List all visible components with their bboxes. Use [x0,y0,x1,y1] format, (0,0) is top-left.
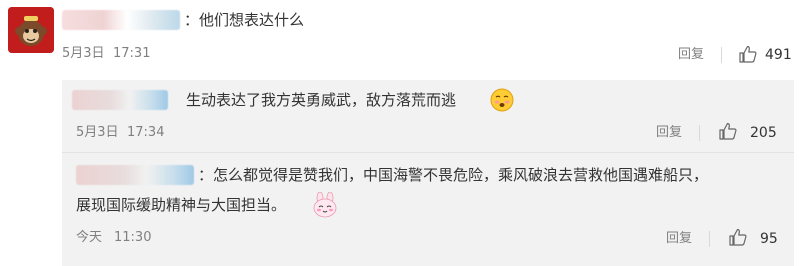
avatar[interactable] [8,7,54,53]
flushed-face-emoji [490,88,514,112]
reply-time: 11:30 [114,230,152,245]
like-count: 95 [760,231,778,247]
like-icon[interactable] [738,44,758,64]
reply-button[interactable]: 回复 [656,124,682,142]
comment-date: 5月3日 [62,46,105,61]
reply-date: 5月3日 [76,125,119,140]
reply-divider [62,152,794,153]
username-blurred[interactable] [62,10,180,30]
like-icon[interactable] [718,121,738,141]
like-count: 491 [765,47,792,63]
comment-text: ：他们想表达什么 [184,11,305,29]
reply-button[interactable]: 回复 [666,230,692,248]
reply-date: 今天 [76,230,103,245]
reply-text-line1: ：怎么都觉得是赞我们，中国海警不畏危险，乘风破浪去营救他国遇难船只， [198,166,709,184]
reply-text-line2: 展现国际缓助精神与大国担当。 [76,196,287,214]
reply-time: 17:34 [127,125,165,140]
reply-username-blurred[interactable] [76,165,194,185]
reply-text: 生动表达了我方英勇威武，敌方落荒而逃 [186,91,457,109]
avatar-monkey-icon [8,7,54,53]
action-divider [709,231,710,247]
like-count: 205 [750,125,777,141]
action-divider [721,47,722,63]
comment-time: 17:31 [113,46,151,61]
like-icon[interactable] [728,227,748,247]
action-divider [699,125,700,141]
reply-username-blurred[interactable] [72,90,168,110]
bunny-face-emoji [313,192,337,218]
reply-button[interactable]: 回复 [678,46,704,64]
